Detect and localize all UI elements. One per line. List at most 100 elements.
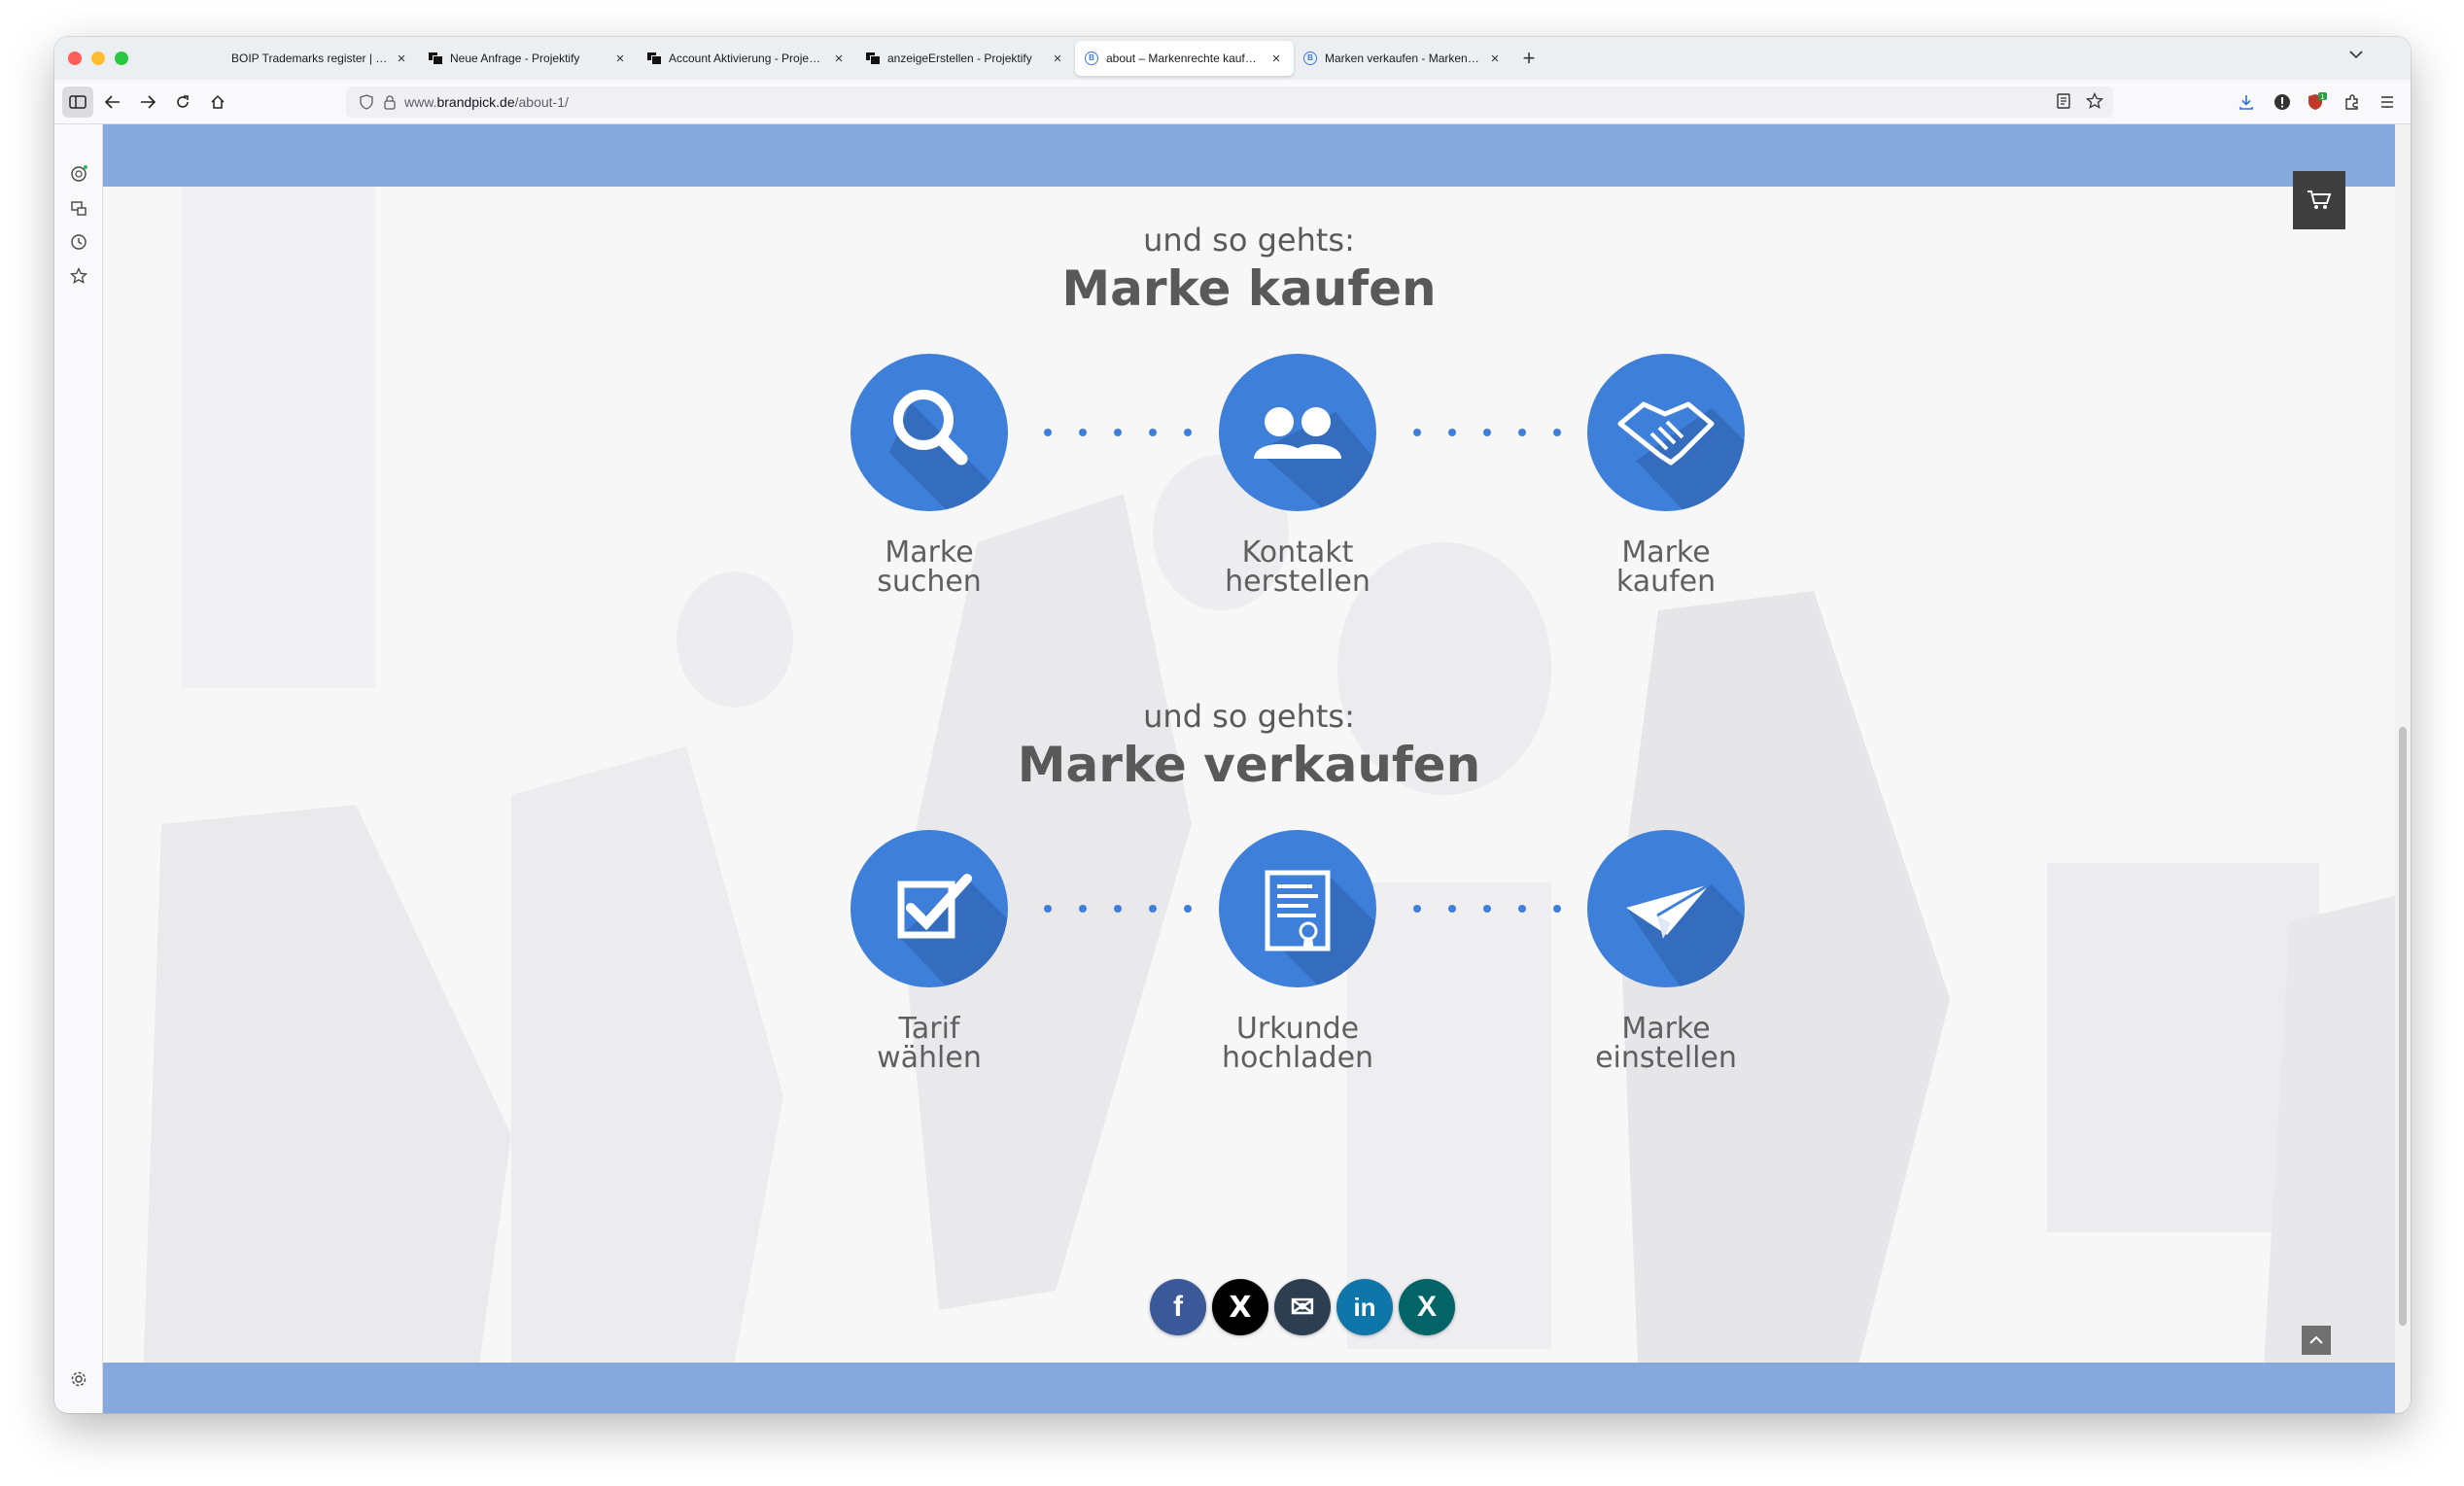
paper-plane-icon <box>1587 830 1745 987</box>
step-label-line1: Urkunde <box>1235 1012 1360 1046</box>
chevron-up-icon <box>2309 1335 2323 1344</box>
tab-close-icon[interactable]: × <box>394 51 409 67</box>
tab-label: anzeigeErstellen - Projektify <box>887 52 1032 65</box>
sidebar-settings-gear-icon[interactable] <box>68 1368 89 1390</box>
url-prefix: www. <box>404 94 437 110</box>
facebook-icon: f <box>1173 1291 1183 1323</box>
extension-badge: 1 <box>2320 93 2324 101</box>
sell-section-title: Marke verkaufen <box>1017 737 1481 793</box>
tab-close-icon[interactable]: × <box>1268 51 1284 67</box>
buy-section-title: Marke kaufen <box>1061 260 1437 317</box>
tab-label: BOIP Trademarks register | Benelux <box>231 52 388 65</box>
reload-button[interactable] <box>167 86 198 118</box>
step-label-line2: hochladen <box>1221 1041 1374 1075</box>
url-host: brandpick.de <box>436 94 515 110</box>
projektify-icon <box>647 52 662 65</box>
linkedin-icon: in <box>1353 1292 1376 1322</box>
xing-share-button[interactable]: X <box>1399 1279 1455 1335</box>
facebook-share-button[interactable]: f <box>1150 1279 1206 1335</box>
browser-tab[interactable]: BOIP Trademarks register | Benelux × <box>200 41 419 76</box>
tab-close-icon[interactable]: × <box>1050 51 1065 67</box>
linkedin-share-button[interactable]: in <box>1336 1279 1393 1335</box>
minimize-window-button[interactable] <box>91 52 105 65</box>
list-all-tabs-chevron-icon[interactable] <box>2348 47 2364 64</box>
x-share-button[interactable]: X <box>1212 1279 1268 1335</box>
email-icon: ✉ <box>1290 1291 1315 1324</box>
forward-button[interactable] <box>132 86 163 118</box>
page-scrollbar[interactable] <box>2395 124 2411 1413</box>
url-bar[interactable]: www. brandpick.de/about-1/ <box>346 86 2113 118</box>
shopping-cart-button[interactable] <box>2293 171 2345 229</box>
brandpick-icon: B <box>1085 52 1098 65</box>
step-label-line2: suchen <box>877 565 982 599</box>
x-icon: X <box>1229 1290 1252 1325</box>
browser-sidebar <box>54 124 103 1413</box>
privacy-extension-icon[interactable] <box>2271 90 2294 114</box>
home-button[interactable] <box>202 86 233 118</box>
ublock-extension-icon[interactable]: 1 <box>2306 90 2329 114</box>
step-label-line1: Tarif <box>898 1012 960 1046</box>
back-button[interactable] <box>97 86 128 118</box>
sell-section-subtitle: und so gehts: <box>1143 698 1355 735</box>
email-share-button[interactable]: ✉ <box>1274 1279 1331 1335</box>
xing-icon: X <box>1416 1291 1437 1323</box>
certificate-icon <box>1219 830 1376 987</box>
brandpick-icon: B <box>1303 52 1317 65</box>
step-label-line1: Marke <box>1621 1012 1711 1046</box>
tab-close-icon[interactable]: × <box>831 51 847 67</box>
browser-tab[interactable]: Account Aktivierung - Projektify × <box>638 41 856 76</box>
step-urkunde-hochladen: Urkunde hochladen <box>1171 830 1424 1073</box>
tab-label: about – Markenrechte kaufen und <box>1106 52 1263 65</box>
extensions-puzzle-icon[interactable] <box>2341 90 2364 114</box>
reader-view-icon[interactable] <box>2055 92 2072 110</box>
downloads-icon[interactable] <box>2235 90 2258 114</box>
url-path: /about-1/ <box>514 94 569 110</box>
history-clock-icon[interactable] <box>68 231 89 253</box>
blank-favicon-icon <box>210 52 224 65</box>
app-menu-icon[interactable] <box>2376 90 2399 114</box>
tab-close-icon[interactable]: × <box>1487 51 1503 67</box>
ai-chatbot-icon[interactable] <box>68 163 89 185</box>
nav-toolbar: www. brandpick.de/about-1/ 1 <box>54 80 2411 124</box>
search-icon <box>850 354 1008 511</box>
browser-tab[interactable]: B Marken verkaufen - Markenrecht × <box>1294 41 1512 76</box>
tab-label: Account Aktivierung - Projektify <box>669 52 825 65</box>
step-label-line2: wählen <box>877 1041 982 1075</box>
step-marke-kaufen: Marke kaufen <box>1540 354 1792 597</box>
social-share-bar: f X ✉ in X <box>1150 1279 1455 1335</box>
tab-close-icon[interactable]: × <box>612 51 628 67</box>
sidebar-toggle-button[interactable] <box>62 86 93 118</box>
browser-window: BOIP Trademarks register | Benelux×Neue … <box>54 37 2411 1413</box>
handshake-icon <box>1587 354 1745 511</box>
synced-tabs-icon[interactable] <box>68 197 89 219</box>
browser-tab[interactable]: anzeigeErstellen - Projektify × <box>856 41 1075 76</box>
step-label-line1: Marke <box>1621 536 1711 570</box>
browser-tab[interactable]: Babout – Markenrechte kaufen und × <box>1075 41 1294 76</box>
browser-tab[interactable]: Neue Anfrage - Projektify × <box>419 41 638 76</box>
tab-label: Neue Anfrage - Projektify <box>450 52 580 65</box>
new-tab-button[interactable]: + <box>1512 41 1545 76</box>
step-label-line1: Kontakt <box>1241 536 1354 570</box>
scrollbar-thumb[interactable] <box>2399 727 2407 1326</box>
step-label-line2: herstellen <box>1225 565 1371 599</box>
lock-icon[interactable] <box>383 94 397 110</box>
scroll-to-top-button[interactable] <box>2302 1326 2331 1355</box>
tab-list: BOIP Trademarks register | Benelux×Neue … <box>200 41 1545 78</box>
bookmarks-star-icon[interactable] <box>68 265 89 287</box>
projektify-icon <box>866 52 881 65</box>
users-icon <box>1219 354 1376 511</box>
step-kontakt-herstellen: Kontakt herstellen <box>1171 354 1424 597</box>
page-viewport: und so gehts: Marke kaufen Marke suchen K… <box>103 124 2411 1413</box>
close-window-button[interactable] <box>68 52 82 65</box>
step-marke-einstellen: Marke einstellen <box>1540 830 1792 1073</box>
cart-icon <box>2308 190 2332 209</box>
maximize-window-button[interactable] <box>115 52 128 65</box>
tab-strip: BOIP Trademarks register | Benelux×Neue … <box>54 37 2411 80</box>
tab-label: Marken verkaufen - Markenrecht <box>1325 52 1481 65</box>
footer-band <box>103 1363 2395 1413</box>
bookmark-star-icon[interactable] <box>2086 92 2103 110</box>
window-controls <box>68 52 128 65</box>
checkbox-icon <box>850 830 1008 987</box>
tracking-shield-icon[interactable] <box>360 94 373 110</box>
step-label-line2: kaufen <box>1615 565 1717 599</box>
